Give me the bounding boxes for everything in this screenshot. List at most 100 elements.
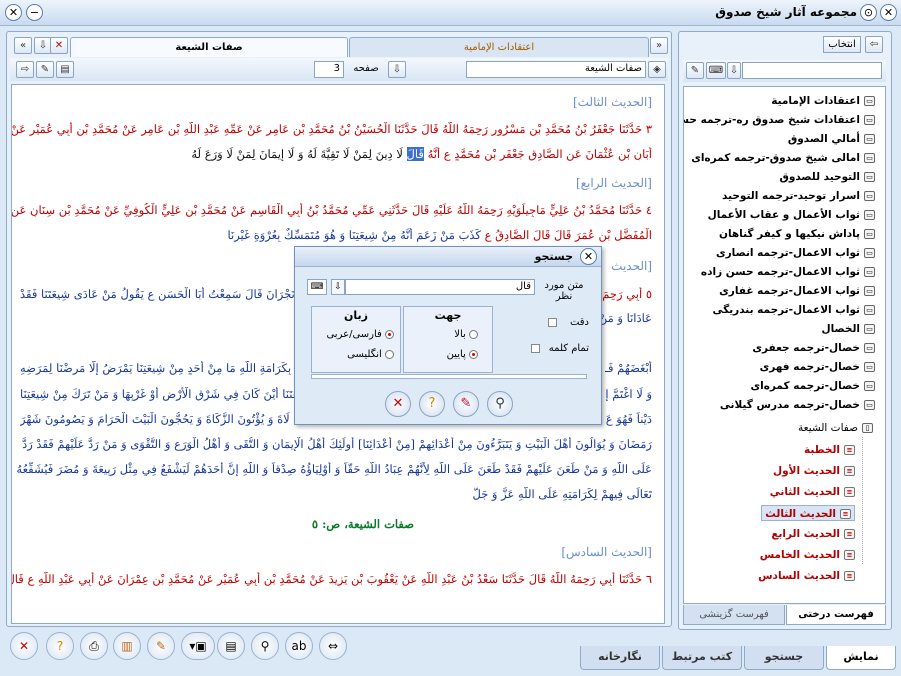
tree-child-item[interactable]: ≡الحديث السادس [758,568,855,584]
note-icon[interactable]: ✎ [147,632,175,660]
bookmark-menu-icon[interactable]: ▾▣ [181,632,215,660]
tab-gallery[interactable]: نگارخانه [580,646,660,670]
radio-up[interactable] [469,329,478,339]
tree-child-item[interactable]: ≡الحديث الخامس [760,547,855,563]
hadith-5-line-4-right: وَ لَا اغْتَمَّ إِ [605,387,652,401]
tree-search-input[interactable] [742,62,882,79]
arrow-right-icon[interactable]: ⇨ [16,61,34,78]
search-dialog-close-icon[interactable]: ✕ [580,248,597,265]
radio-down[interactable] [469,349,478,359]
tab-scroll-right-icon[interactable]: » [650,37,668,54]
tree-item[interactable]: ▭خصال-ترجمه جعفرى [752,340,875,356]
select-button[interactable]: انتخاب [823,36,861,53]
language-group: زبان فارسی/عربی انگلیسی [311,306,401,373]
tree-dropdown-icon[interactable]: ⇩ [727,62,741,79]
close-icon[interactable]: ✕ [10,632,38,660]
book-icon: ▭ [864,134,875,144]
tree-item[interactable]: ▭ثواب الاعمال-ترجمه بندريگى [713,302,875,318]
tree-item[interactable]: ▭ثواب الاعمال-ترجمه انصارى [716,245,875,261]
direction-option-up[interactable]: بالا [454,329,478,340]
book-icon: ▭ [864,248,875,258]
book-field[interactable]: صفات الشیعة [466,61,646,78]
tab-selective-index[interactable]: فهرست گزينشى [683,605,785,625]
book-icon: ▭ [864,324,875,334]
direction-option-down[interactable]: پایین [447,349,478,360]
tree-child-item[interactable]: ≡الحديث الثاني [770,484,855,500]
search-icon[interactable]: ⚲ [487,391,513,417]
cancel-search-icon[interactable]: ✕ [385,391,411,417]
search-query-input[interactable]: قال [345,279,535,295]
minimize-window-icon[interactable]: − [26,4,43,21]
eraser-icon[interactable]: ◈ [648,61,666,78]
page-label: صفحه [353,63,379,74]
back-icon[interactable]: ⇦ [865,36,883,53]
tree-item[interactable]: ▭خصال-ترجمه کمره‌ای [750,378,875,394]
page-go-down-icon[interactable]: ⇩ [388,61,406,78]
tab-sefat-shia[interactable]: صفات الشیعة [70,37,348,57]
help-icon[interactable]: ? [419,391,445,417]
tab-display[interactable]: نمايش [826,646,896,670]
exact-checkbox[interactable] [547,317,557,327]
language-option-english[interactable]: انگلیسی [347,349,394,360]
wrench-icon[interactable]: ✎ [36,61,54,78]
tree-child-item[interactable]: ≡الحديث الرابع [771,526,855,542]
tree-wrench-icon[interactable]: ✎ [686,62,704,79]
find-icon[interactable]: ⚲ [251,632,279,660]
exact-option[interactable]: دقت [511,317,589,328]
whole-word-checkbox[interactable] [530,343,540,353]
tree-item[interactable]: ▭التوحيد للصدوق [779,169,875,185]
tree-item[interactable]: ▭ثواب الاعمال-ترجمه حسن زاده [701,264,875,280]
tab-related-books[interactable]: کتب مرتبط [662,646,742,670]
clear-highlight-icon[interactable]: ✎ [453,391,479,417]
keyboard-icon[interactable]: ⌨ [307,279,327,295]
tree-item[interactable]: ▭امالى شيخ صدوق-ترجمه کمره‌ای [691,150,875,166]
tree-item[interactable]: ▭ثواب الاعمال-ترجمه غفارى [719,283,875,299]
tree-child-item-selected[interactable]: ≡الحديث الثالث [761,505,855,521]
dictionary-icon[interactable]: ab [285,632,313,660]
tree-item[interactable]: ▭أمالي الصدوق [788,131,875,147]
hadith-6-line-1: ٦ حَدَّثَنَا أَبِي رَحِمَهُ اللَّهُ قَال… [11,572,652,586]
language-option-arabic[interactable]: فارسی/عربی [326,329,394,340]
hadith-5-line-5-right: دَيْناً فَهُوَ عَ [605,412,652,426]
close-window-icon[interactable]: ✕ [5,4,22,21]
view-icon[interactable]: ▤ [56,61,74,78]
radio-arabic[interactable] [385,329,394,339]
tree-child-item[interactable]: ≡الحديث الأول [773,463,855,479]
search-query-label: متن مورد نظر [544,280,584,302]
tree-item[interactable]: ▭اعتقادات شيخ صدوق ره-ترجمه حسنى [684,112,875,128]
tree-item[interactable]: ▭خصال-ترجمه فهرى [760,359,875,375]
tab-eteqadat[interactable]: اعتقادات الإمامية [349,37,649,57]
hadith-4-text: كَذَبَ مَنْ زَعَمَ أَنَّهُ مِنْ شِيعَتِن… [227,228,481,242]
close-tab-icon[interactable]: ✕ [50,37,68,54]
tree-item[interactable]: ▭الخصال [821,321,875,337]
tree-item[interactable]: ▭ثواب الأعمال و عقاب الأعمال [708,207,875,223]
print-icon[interactable]: ⎙ [80,632,108,660]
hadith-5-line-4-left: مْ شِيعَتَنَا أَيْنَ كَانَ فِي شَرْقِ ال… [20,387,323,401]
tree-item[interactable]: ▭پاداش نيکيها و کيفر گناهان [719,226,875,242]
tree-item[interactable]: ▭اعتقادات الإمامية [771,93,875,109]
tree-item[interactable]: ▭خصال-ترجمه مدرس گيلانى [720,397,875,413]
title-bar: مجموعه آثار شیخ صدوق ✕ − ✕ ⊙ [0,0,901,26]
language-english-label: انگلیسی [347,349,382,360]
tree-child-item[interactable]: ≡الخطبة [804,442,855,458]
language-arabic-label: فارسی/عربی [326,329,382,340]
history-dropdown-icon[interactable]: ⇩ [331,279,345,295]
tree-keyboard-icon[interactable]: ⌨ [706,62,726,79]
tab-scroll-left-icon[interactable]: « [14,37,32,54]
whole-word-label: تمام کلمه [548,343,589,354]
restore-icon[interactable]: ⊙ [860,4,877,21]
layout-icon[interactable]: ▤ [217,632,245,660]
page-number-input[interactable]: 3 [314,61,344,78]
language-group-title: زبان [344,309,368,322]
radio-english[interactable] [385,349,394,359]
whole-word-option[interactable]: تمام کلمه [511,343,589,354]
tree-item[interactable]: ▭اسرار توحيد-ترجمه التوحيد [722,188,875,204]
tab-tree-index[interactable]: فهرست درختى [786,605,886,625]
tab-search[interactable]: جستجو [744,646,824,670]
compare-icon[interactable]: ⇔ [319,632,347,660]
search-dialog: جستجو ✕ ⌨ ⇩ قال متن مورد نظر زبان فارسی/… [294,246,602,425]
help-icon[interactable]: ? [46,632,74,660]
books-icon[interactable]: ▥ [113,632,141,660]
close-app-icon[interactable]: ✕ [880,4,897,21]
tree-item-open-book[interactable]: ▯صفات الشيعة [798,420,873,436]
